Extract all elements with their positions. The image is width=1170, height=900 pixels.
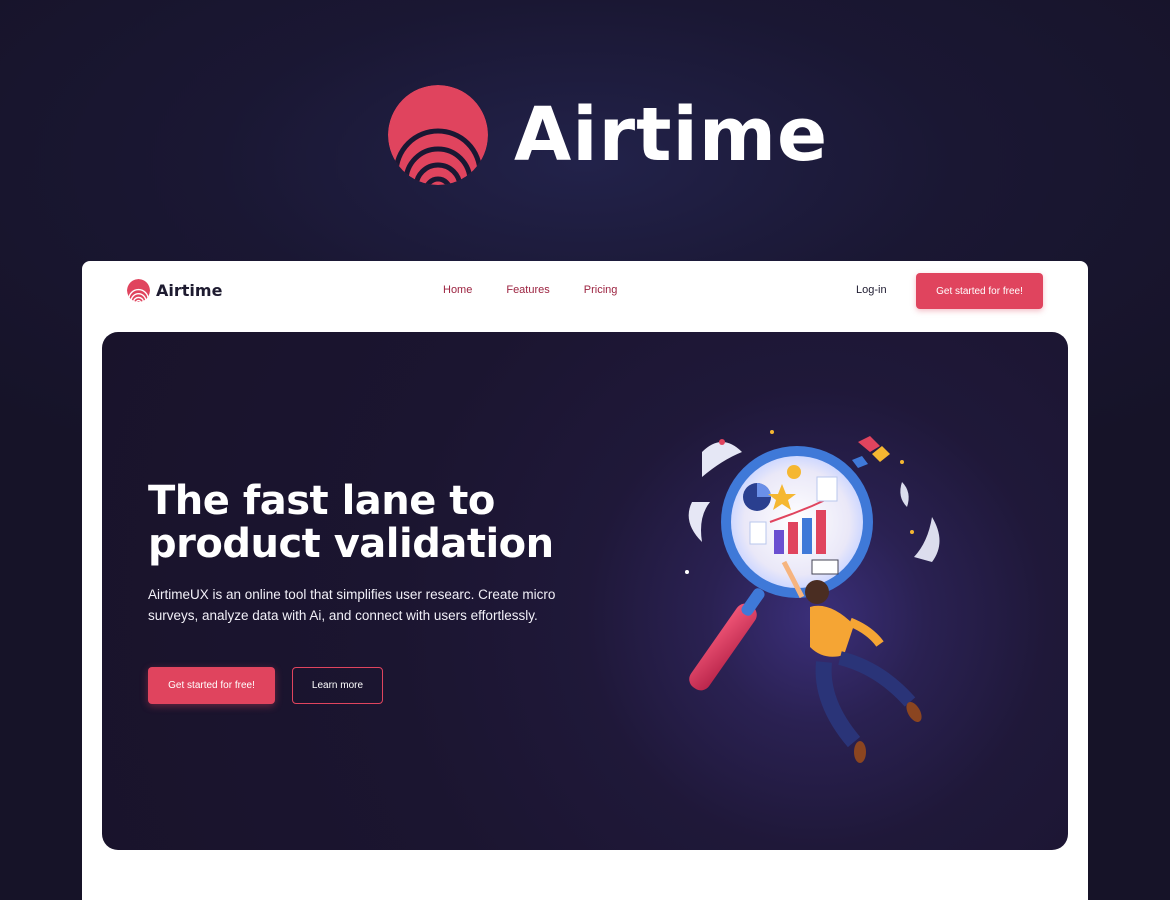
nav-brand-name: Airtime [156, 281, 223, 300]
brand-lockup: Airtime [388, 84, 828, 186]
nav-get-started-button[interactable]: Get started for free! [916, 273, 1043, 309]
nav-links: Home Features Pricing [443, 284, 617, 296]
magnifier-research-illustration [685, 430, 940, 763]
airtime-logo-icon [388, 85, 488, 185]
nav-link-features[interactable]: Features [506, 284, 549, 296]
learn-more-button[interactable]: Learn more [292, 667, 383, 704]
login-link[interactable]: Log-in [856, 284, 887, 296]
website-preview: Airtime Home Features Pricing Log-in Get… [82, 261, 1088, 900]
hero-section: The fast lane to product validation Airt… [102, 332, 1068, 850]
hero-title: The fast lane to product validation [148, 478, 554, 567]
navbar: Airtime Home Features Pricing Log-in Get… [82, 261, 1088, 321]
nav-link-pricing[interactable]: Pricing [584, 284, 618, 296]
brand-name: Airtime [514, 92, 829, 178]
hero-get-started-button[interactable]: Get started for free! [148, 667, 275, 704]
hero-description: AirtimeUX is an online tool that simplif… [148, 587, 556, 623]
nav-link-home[interactable]: Home [443, 284, 472, 296]
airtime-logo-icon [127, 279, 150, 302]
nav-logo[interactable]: Airtime [127, 279, 222, 302]
